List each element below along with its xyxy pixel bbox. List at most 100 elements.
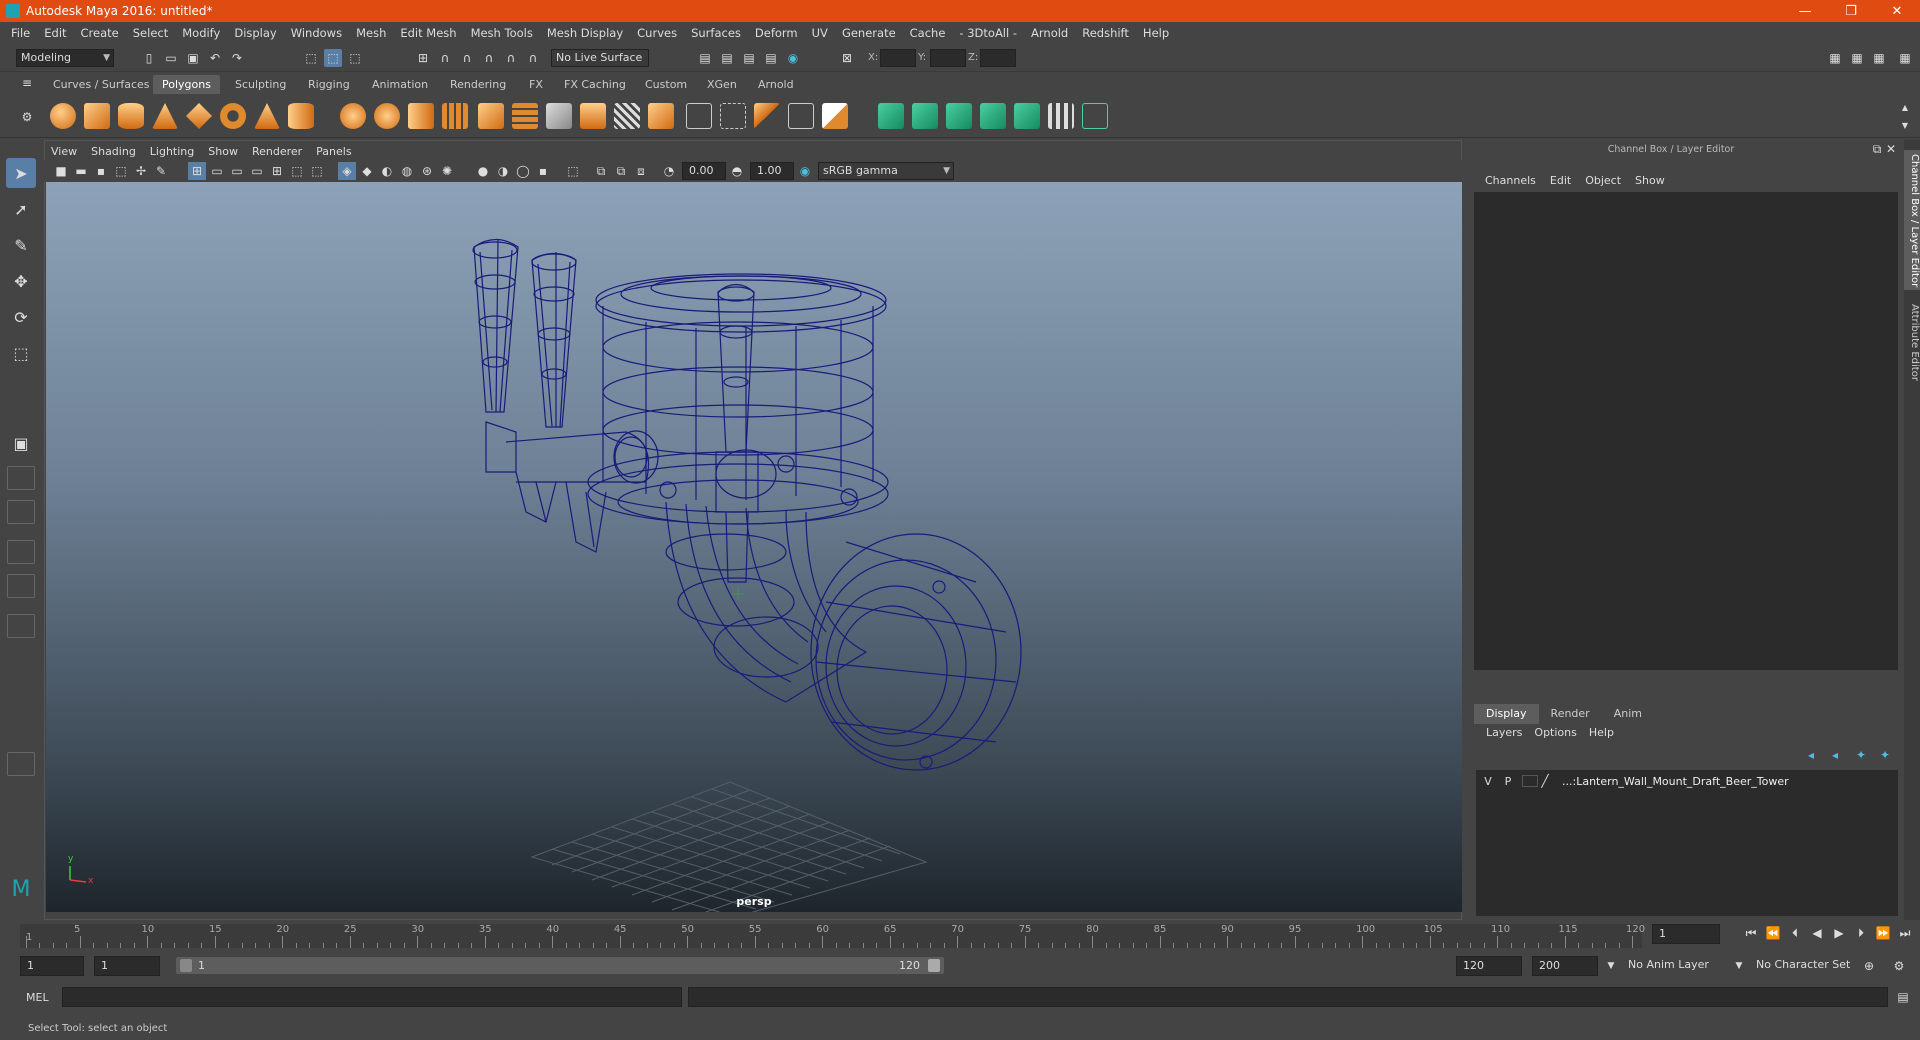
snap-grid-icon[interactable]: ⊞	[414, 49, 432, 67]
persp-outliner-layout-icon[interactable]	[7, 540, 35, 564]
gate-mask-icon[interactable]: ▭	[248, 162, 266, 180]
minimize-button[interactable]: —	[1782, 0, 1828, 22]
use-lights-icon[interactable]: ✺	[438, 162, 456, 180]
attribute-editor-icon[interactable]: ▦	[1848, 49, 1866, 67]
poly-pipe-icon[interactable]	[288, 103, 314, 129]
menu-3dtoall[interactable]: - 3DtoAll -	[952, 26, 1024, 40]
menu-mesh-tools[interactable]: Mesh Tools	[464, 26, 540, 40]
tab-xgen[interactable]: XGen	[698, 75, 746, 94]
render-settings-icon[interactable]: ▤	[696, 49, 714, 67]
scale-tool-icon[interactable]: ⬚	[6, 338, 36, 368]
mel-input[interactable]	[62, 987, 682, 1007]
combine-icon[interactable]	[340, 103, 366, 129]
new-layer-selected-icon[interactable]: ✦	[1876, 746, 1894, 764]
camera-attributes-icon[interactable]: ▬	[72, 162, 90, 180]
time-slider[interactable]: 5 10 15 20 25 30 35 40 45 50 55 60 65 70 75 80 85 90 95 100…	[0, 920, 1920, 948]
close-panel-icon[interactable]: ✕	[1882, 140, 1900, 158]
chevron-down-icon[interactable]: ▼	[1730, 957, 1748, 975]
range-start-handle[interactable]	[180, 959, 192, 972]
save-scene-icon[interactable]: ▣	[184, 49, 202, 67]
poly-torus-icon[interactable]	[220, 103, 246, 129]
two-view-layout-icon[interactable]	[7, 500, 35, 524]
spherical-uv-icon[interactable]	[946, 103, 972, 129]
four-view-layout-icon[interactable]	[7, 466, 35, 490]
view-transform-dropdown[interactable]: sRGB gamma ▼	[818, 162, 954, 180]
xray-joints-icon[interactable]: ⧈	[632, 162, 650, 180]
fill-hole-icon[interactable]	[720, 103, 746, 129]
merge-icon[interactable]	[754, 103, 780, 129]
menu-modify[interactable]: Modify	[175, 26, 227, 40]
cb-menu-edit[interactable]: Edit	[1543, 174, 1578, 187]
grid-icon[interactable]: ⊞	[188, 162, 206, 180]
maya-home-icon[interactable]: M	[6, 874, 36, 904]
tab-curves-surfaces[interactable]: Curves / Surfaces	[44, 75, 159, 94]
menu-generate[interactable]: Generate	[835, 26, 903, 40]
smooth-icon[interactable]	[442, 103, 468, 129]
auto-key-icon[interactable]: ⊕	[1860, 957, 1878, 975]
shelf-scroll-down-icon[interactable]: ▼	[1896, 116, 1914, 134]
animation-preferences-icon[interactable]: ⚙	[1890, 957, 1908, 975]
live-surface-icon[interactable]: ∩	[524, 49, 542, 67]
extrude-icon[interactable]	[478, 103, 504, 129]
tab-anim[interactable]: Anim	[1602, 704, 1654, 724]
cut-uv-icon[interactable]	[1014, 103, 1040, 129]
vtab-channel-box[interactable]: Channel Box / Layer Editor	[1904, 150, 1920, 290]
cylindrical-uv-icon[interactable]	[912, 103, 938, 129]
snap-view-icon[interactable]: ∩	[480, 49, 498, 67]
exposure-field[interactable]: 0.00	[682, 162, 726, 180]
step-back-frame-icon[interactable]: ⏪	[1762, 926, 1784, 941]
menu-select[interactable]: Select	[126, 26, 175, 40]
snap-point-icon[interactable]: ∩	[458, 49, 476, 67]
y-field[interactable]	[930, 49, 966, 67]
script-editor-icon[interactable]: ▤	[1894, 988, 1912, 1006]
menu-deform[interactable]: Deform	[748, 26, 805, 40]
shelf-scroll-up-icon[interactable]: ▲	[1896, 98, 1914, 116]
animation-end-field[interactable]: 200	[1532, 956, 1598, 976]
custom-layout-icon[interactable]	[7, 752, 35, 776]
wireframe-icon[interactable]: ◈	[338, 162, 356, 180]
reduce-icon[interactable]	[822, 103, 848, 129]
bridge-icon[interactable]	[512, 103, 538, 129]
shelf-menu-icon[interactable]: ≡	[18, 74, 36, 92]
menu-redshift[interactable]: Redshift	[1075, 26, 1136, 40]
shadows-icon[interactable]: ●	[474, 162, 492, 180]
viewport-persp[interactable]: y x persp	[46, 182, 1462, 912]
two-d-pan-icon[interactable]: ✢	[132, 162, 150, 180]
menu-windows[interactable]: Windows	[284, 26, 349, 40]
tab-fx-caching[interactable]: FX Caching	[555, 75, 635, 94]
play-forwards-icon[interactable]: ▶	[1828, 926, 1850, 941]
single-perspective-layout-icon[interactable]: ▣	[6, 428, 36, 458]
cb-menu-channels[interactable]: Channels	[1478, 174, 1543, 187]
poly-cone-icon[interactable]	[152, 103, 178, 129]
select-component-icon[interactable]: ⬚	[346, 49, 364, 67]
character-set-dropdown[interactable]: No Character Set	[1750, 956, 1868, 976]
camera-icon[interactable]: ■	[52, 162, 70, 180]
paint-select-tool-icon[interactable]: ✎	[6, 230, 36, 260]
menu-edit[interactable]: Edit	[37, 26, 73, 40]
menu-help[interactable]: Help	[1136, 26, 1176, 40]
tool-settings-icon[interactable]: ▦	[1870, 49, 1888, 67]
outliner-layout-icon[interactable]	[7, 614, 35, 638]
uv-layout-icon[interactable]	[1082, 103, 1108, 129]
channel-box-area[interactable]	[1474, 192, 1898, 670]
menu-mesh[interactable]: Mesh	[349, 26, 393, 40]
gamma-field[interactable]: 1.00	[750, 162, 794, 180]
le-menu-layers[interactable]: Layers	[1480, 726, 1528, 739]
channel-box-icon[interactable]: ▦	[1896, 49, 1914, 67]
modeling-toolkit-icon[interactable]: ▦	[1826, 49, 1844, 67]
layer-color-swatch[interactable]	[1522, 775, 1538, 787]
go-to-end-icon[interactable]: ⏭	[1894, 926, 1916, 941]
snap-surface-icon[interactable]: ∩	[502, 49, 520, 67]
xray-icon[interactable]: ⧉	[592, 162, 610, 180]
snap-curve-icon[interactable]: ∩	[436, 49, 454, 67]
tab-sculpting[interactable]: Sculpting	[226, 75, 295, 94]
go-to-start-icon[interactable]: ⏮	[1740, 926, 1762, 941]
safe-action-icon[interactable]: ⬚	[288, 162, 306, 180]
mel-label[interactable]: MEL	[26, 991, 49, 1004]
append-polygon-icon[interactable]	[648, 103, 674, 129]
tab-render[interactable]: Render	[1539, 704, 1602, 724]
separate-icon[interactable]	[374, 103, 400, 129]
planar-uv-icon[interactable]	[878, 103, 904, 129]
move-layer-down-icon[interactable]: ◂	[1826, 746, 1844, 764]
poly-plane-icon[interactable]	[186, 103, 212, 129]
